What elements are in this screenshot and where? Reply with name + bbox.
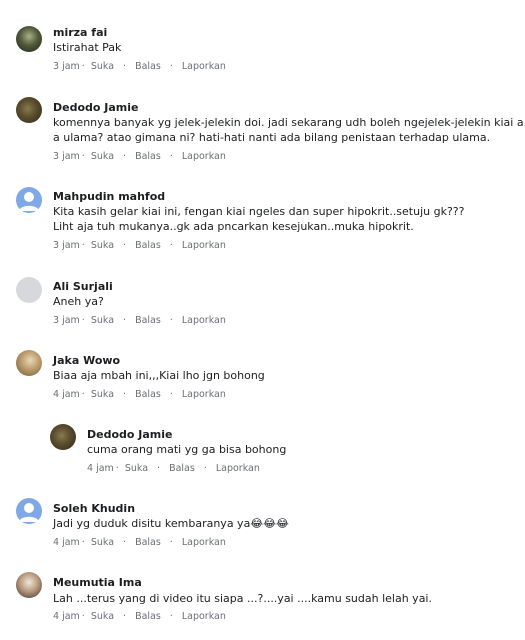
user-avatar[interactable] bbox=[16, 350, 42, 376]
reply-link[interactable]: Balas bbox=[135, 315, 161, 326]
reply-link[interactable]: Balas bbox=[135, 240, 161, 251]
commenter-name[interactable]: Dedodo Jamie bbox=[87, 428, 173, 441]
like-link[interactable]: Suka bbox=[91, 611, 114, 622]
like-link[interactable]: Suka bbox=[91, 240, 114, 251]
comment-text: komennya banyak yg jelek-jelekin doi. ja… bbox=[53, 116, 525, 129]
report-link[interactable]: Laporkan bbox=[182, 61, 226, 72]
reply-link[interactable]: Balas bbox=[169, 463, 195, 474]
commenter-name[interactable]: mirza fai bbox=[53, 26, 107, 39]
comment-meta: 4 jam · Suka · Balas · Laporkan bbox=[53, 537, 226, 548]
timestamp[interactable]: 3 jam bbox=[53, 240, 80, 251]
user-avatar[interactable] bbox=[16, 277, 42, 303]
comment-meta: 3 jam · Suka · Balas · Laporkan bbox=[53, 61, 226, 72]
default-user-icon bbox=[19, 192, 39, 211]
comment-text: Liht aja tuh mukanya..gk ada pncarkan ke… bbox=[53, 220, 414, 233]
timestamp[interactable]: 4 jam bbox=[53, 389, 80, 400]
timestamp[interactable]: 4 jam bbox=[53, 537, 80, 548]
comment-text: Lah ...terus yang di video itu siapa ...… bbox=[53, 592, 432, 605]
user-avatar[interactable] bbox=[16, 572, 42, 598]
reply-link[interactable]: Balas bbox=[135, 61, 161, 72]
user-avatar[interactable] bbox=[16, 498, 42, 524]
like-link[interactable]: Suka bbox=[91, 537, 114, 548]
comment-text: a ulama? atao gimana ni? hati-hati nanti… bbox=[53, 131, 491, 144]
timestamp[interactable]: 3 jam bbox=[53, 315, 80, 326]
like-link[interactable]: Suka bbox=[91, 315, 114, 326]
report-link[interactable]: Laporkan bbox=[182, 151, 226, 162]
timestamp[interactable]: 4 jam bbox=[53, 611, 80, 622]
timestamp[interactable]: 4 jam bbox=[87, 463, 114, 474]
comment-meta: 4 jam · Suka · Balas · Laporkan bbox=[53, 611, 226, 622]
comment-text: Biaa aja mbah ini,,,Kiai lho jgn bohong bbox=[53, 369, 265, 382]
user-avatar[interactable] bbox=[50, 424, 76, 450]
user-avatar[interactable] bbox=[16, 26, 42, 52]
reply-link[interactable]: Balas bbox=[135, 611, 161, 622]
report-link[interactable]: Laporkan bbox=[182, 611, 226, 622]
like-link[interactable]: Suka bbox=[91, 389, 114, 400]
like-link[interactable]: Suka bbox=[125, 463, 148, 474]
commenter-name[interactable]: Dedodo Jamie bbox=[53, 101, 139, 114]
report-link[interactable]: Laporkan bbox=[182, 315, 226, 326]
report-link[interactable]: Laporkan bbox=[182, 537, 226, 548]
commenter-name[interactable]: Mahpudin mahfod bbox=[53, 190, 165, 203]
commenter-name[interactable]: Meumutia Ima bbox=[53, 576, 142, 589]
report-link[interactable]: Laporkan bbox=[182, 389, 226, 400]
comment-meta: 4 jam · Suka · Balas · Laporkan bbox=[87, 463, 260, 474]
reply-link[interactable]: Balas bbox=[135, 151, 161, 162]
comment-text: Aneh ya? bbox=[53, 295, 104, 308]
commenter-name[interactable]: Soleh Khudin bbox=[53, 502, 135, 515]
reply-link[interactable]: Balas bbox=[135, 537, 161, 548]
comment-text: Jadi yg duduk disitu kembaranya ya😂😂😂 bbox=[53, 517, 289, 530]
report-link[interactable]: Laporkan bbox=[216, 463, 260, 474]
user-avatar[interactable] bbox=[16, 187, 42, 213]
comment-meta: 3 jam · Suka · Balas · Laporkan bbox=[53, 315, 226, 326]
comment-text: cuma orang mati yg ga bisa bohong bbox=[87, 443, 287, 456]
commenter-name[interactable]: Ali Surjali bbox=[53, 280, 113, 293]
like-link[interactable]: Suka bbox=[91, 151, 114, 162]
comment-meta: 3 jam · Suka · Balas · Laporkan bbox=[53, 151, 226, 162]
like-link[interactable]: Suka bbox=[91, 61, 114, 72]
comment-text: Kita kasih gelar kiai ini, fengan kiai n… bbox=[53, 205, 465, 218]
timestamp[interactable]: 3 jam bbox=[53, 61, 80, 72]
report-link[interactable]: Laporkan bbox=[182, 240, 226, 251]
timestamp[interactable]: 3 jam bbox=[53, 151, 80, 162]
user-avatar[interactable] bbox=[16, 97, 42, 123]
commenter-name[interactable]: Jaka Wowo bbox=[53, 354, 120, 367]
comment-meta: 4 jam · Suka · Balas · Laporkan bbox=[53, 389, 226, 400]
default-user-icon bbox=[19, 503, 39, 522]
comment-text: Istirahat Pak bbox=[53, 41, 122, 54]
reply-link[interactable]: Balas bbox=[135, 389, 161, 400]
comment-meta: 3 jam · Suka · Balas · Laporkan bbox=[53, 240, 226, 251]
